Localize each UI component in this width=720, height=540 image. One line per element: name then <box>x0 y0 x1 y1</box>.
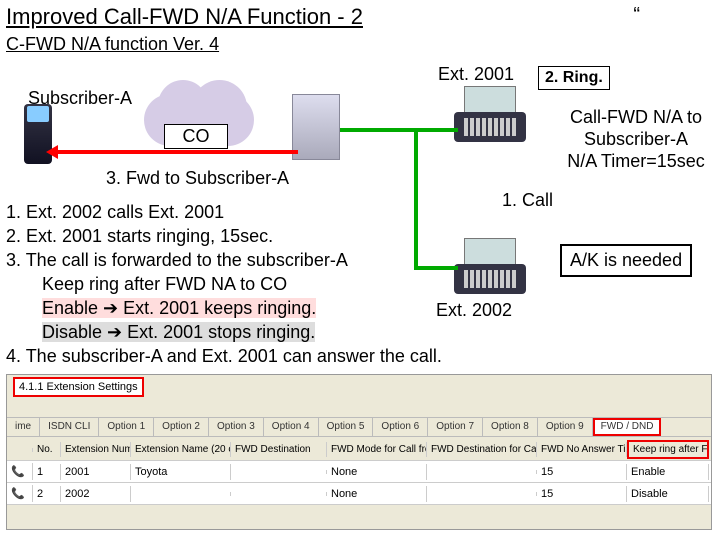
cfwd-line-2: Subscriber-A <box>552 128 720 150</box>
step-4: 4. The subscriber-A and Ext. 2001 can an… <box>6 344 566 368</box>
cell-no: 2 <box>33 486 61 502</box>
tab-option-4[interactable]: Option 4 <box>264 418 319 436</box>
call-flow-steps: 1. Ext. 2002 calls Ext. 2001 2. Ext. 200… <box>6 200 566 368</box>
cell-fwd-timer[interactable]: 15 <box>537 486 627 502</box>
tab-option-8[interactable]: Option 8 <box>483 418 538 436</box>
cell-fwd-dest-ext[interactable] <box>427 470 537 474</box>
step-3: 3. The call is forwarded to the subscrib… <box>6 248 566 272</box>
step-3a: Keep ring after FWD NA to CO <box>42 272 566 296</box>
step-1: 1. Ext. 2002 calls Ext. 2001 <box>6 200 566 224</box>
tab-ime[interactable]: ime <box>7 418 40 436</box>
cell-keep-ring[interactable]: Disable <box>627 486 709 502</box>
tab-option-1[interactable]: Option 1 <box>99 418 154 436</box>
ring-box: 2. Ring. <box>538 66 610 90</box>
col-ext-number: Extension Number <box>61 442 131 457</box>
col-fwd-dest: FWD Destination <box>231 442 327 457</box>
step-3c-disable: Disable ➔ Ext. 2001 stops ringing. <box>42 322 315 342</box>
col-fwd-dest-ext: FWD Destination for Call from Extension <box>427 442 537 457</box>
desk-phone-2001-icon <box>454 86 526 142</box>
quote-mark: “ <box>633 4 640 27</box>
label-ext-2001: Ext. 2001 <box>438 64 514 85</box>
cell-ext-no[interactable]: 2002 <box>61 486 131 502</box>
tab-fwd-dnd[interactable]: FWD / DND <box>593 418 662 436</box>
cfwd-settings-block: Call-FWD N/A to Subscriber-A N/A Timer=1… <box>552 106 720 172</box>
arrow-to-mobile-icon <box>46 145 58 159</box>
cell-ext-name[interactable]: Toyota <box>131 464 231 480</box>
tab-option-6[interactable]: Option 6 <box>373 418 428 436</box>
step-3b-enable: Enable ➔ Ext. 2001 keeps ringing. <box>42 298 316 318</box>
cell-fwd-mode-co[interactable]: None <box>327 464 427 480</box>
col-icon <box>7 448 33 452</box>
tab-option-9[interactable]: Option 9 <box>538 418 593 436</box>
cell-fwd-dest[interactable] <box>231 470 327 474</box>
cell-fwd-mode-co[interactable]: None <box>327 486 427 502</box>
ak-needed-box: A/K is needed <box>560 244 692 277</box>
extension-settings-panel: 4.1.1 Extension Settings ime ISDN CLI Op… <box>6 374 712 530</box>
cell-fwd-dest-ext[interactable] <box>427 492 537 496</box>
tab-option-2[interactable]: Option 2 <box>154 418 209 436</box>
settings-tabs-row: ime ISDN CLI Option 1 Option 2 Option 3 … <box>7 417 711 437</box>
line-pbx-to-mobile <box>54 150 298 154</box>
co-label: CO <box>164 124 228 149</box>
page-subtitle: C-FWD N/A function Ver. 4 <box>6 34 219 55</box>
label-fwd-to-subscriber: 3. Fwd to Subscriber-A <box>106 168 289 189</box>
col-no: No. <box>33 442 61 457</box>
tab-isdn-cli[interactable]: ISDN CLI <box>40 418 99 436</box>
cell-ext-no[interactable]: 2001 <box>61 464 131 480</box>
step-2: 2. Ext. 2001 starts ringing, 15sec. <box>6 224 566 248</box>
row-icon: 📞 <box>7 463 33 480</box>
cell-keep-ring[interactable]: Enable <box>627 464 709 480</box>
grid-row-2[interactable]: 📞 2 2002 None 15 Disable <box>7 483 711 505</box>
panel-section-title: 4.1.1 Extension Settings <box>13 377 144 397</box>
tab-option-7[interactable]: Option 7 <box>428 418 483 436</box>
col-fwd-na-timer: FWD No Answer Time (s) <box>537 442 627 457</box>
grid-row-1[interactable]: 📞 1 2001 Toyota None 15 Enable <box>7 461 711 483</box>
grid-header-row: No. Extension Number Extension Name (20 … <box>7 439 711 461</box>
line-pbx-to-2001 <box>340 128 458 132</box>
cell-fwd-dest[interactable] <box>231 492 327 496</box>
page-title: Improved Call-FWD N/A Function - 2 <box>6 4 363 30</box>
tab-option-3[interactable]: Option 3 <box>209 418 264 436</box>
col-keep-ring: Keep ring after FWD NA to CO <box>627 440 709 459</box>
col-fwd-mode-co: FWD Mode for Call from CO <box>327 442 427 457</box>
pbx-icon <box>292 94 340 160</box>
col-ext-name: Extension Name (20 characters) <box>131 442 231 457</box>
cfwd-line-1: Call-FWD N/A to <box>552 106 720 128</box>
settings-grid: No. Extension Number Extension Name (20 … <box>7 439 711 505</box>
row-icon: 📞 <box>7 485 33 502</box>
cell-fwd-timer[interactable]: 15 <box>537 464 627 480</box>
cfwd-line-3: N/A Timer=15sec <box>552 150 720 172</box>
cell-no: 1 <box>33 464 61 480</box>
cell-ext-name[interactable] <box>131 492 231 496</box>
tab-option-5[interactable]: Option 5 <box>319 418 374 436</box>
